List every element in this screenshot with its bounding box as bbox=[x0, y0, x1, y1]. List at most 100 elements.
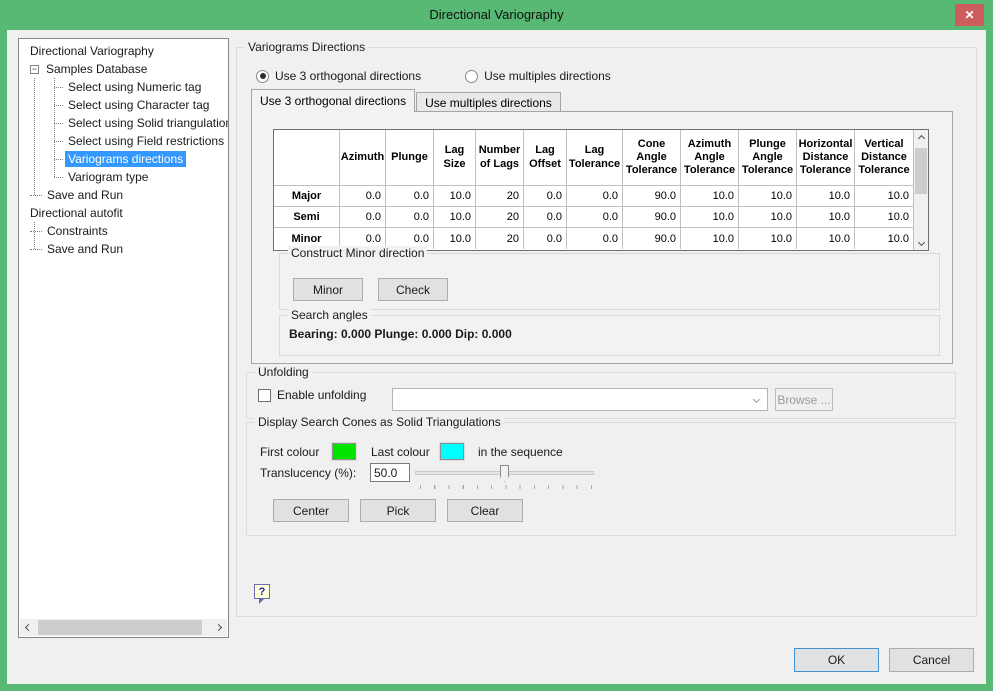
tab-use-3-orthogonal[interactable]: Use 3 orthogonal directions bbox=[251, 89, 415, 112]
table-cell[interactable]: 10.0 bbox=[855, 228, 913, 249]
tree-item-directional-autofit[interactable]: Directional autofit bbox=[19, 204, 228, 222]
slider-ticks bbox=[420, 485, 592, 489]
table-cell[interactable]: 10.0 bbox=[434, 186, 476, 207]
table-cell[interactable]: 0.0 bbox=[340, 186, 386, 207]
table-cell[interactable]: 10.0 bbox=[681, 186, 739, 207]
table-cell[interactable]: 10.0 bbox=[739, 228, 797, 249]
table-cell[interactable]: 20 bbox=[476, 228, 524, 249]
close-icon: ✕ bbox=[964, 9, 974, 21]
tree-item-label: Directional Variography bbox=[27, 43, 157, 59]
table-cell[interactable]: 0.0 bbox=[524, 207, 567, 228]
tree-item-save-and-run[interactable]: Save and Run bbox=[19, 186, 228, 204]
table-cell[interactable]: 20 bbox=[476, 207, 524, 228]
scroll-down-button[interactable] bbox=[914, 234, 928, 250]
clear-button[interactable]: Clear bbox=[447, 499, 523, 522]
table-cell[interactable]: 90.0 bbox=[623, 228, 681, 249]
direction-mode-radios: Use 3 orthogonal directions Use multiple… bbox=[256, 69, 611, 83]
translucency-slider[interactable] bbox=[415, 463, 594, 483]
titlebar[interactable]: Directional Variography ✕ bbox=[0, 0, 993, 30]
radio-use-3-orthogonal[interactable]: Use 3 orthogonal directions bbox=[256, 69, 421, 83]
table-header-row: AzimuthPlungeLag SizeNumber of LagsLag O… bbox=[274, 130, 913, 186]
scroll-up-button[interactable] bbox=[914, 130, 928, 146]
table-cell[interactable]: 0.0 bbox=[386, 207, 434, 228]
chevron-down-icon bbox=[753, 396, 760, 403]
cancel-button[interactable]: Cancel bbox=[889, 648, 974, 672]
center-button[interactable]: Center bbox=[273, 499, 349, 522]
tree-item-label: Select using Field restrictions bbox=[65, 133, 227, 149]
table-cell[interactable]: 10.0 bbox=[434, 228, 476, 249]
tree-item-label: Save and Run bbox=[44, 187, 126, 203]
first-colour-swatch[interactable] bbox=[332, 443, 356, 460]
tree-item-label: Constraints bbox=[44, 223, 111, 239]
construct-minor-group: Construct Minor direction Minor Check bbox=[279, 253, 940, 310]
scrollbar-thumb[interactable] bbox=[915, 148, 927, 194]
table-cell[interactable]: 0.0 bbox=[567, 186, 623, 207]
table-cell[interactable]: 10.0 bbox=[797, 186, 855, 207]
pick-button[interactable]: Pick bbox=[360, 499, 436, 522]
collapse-minus-icon[interactable]: − bbox=[30, 65, 39, 74]
tree-item-samples-database[interactable]: −Samples Database bbox=[19, 60, 228, 78]
table-cell[interactable]: 10.0 bbox=[739, 186, 797, 207]
tree-item-save-and-run[interactable]: Save and Run bbox=[19, 240, 228, 258]
directions-table: AzimuthPlungeLag SizeNumber of LagsLag O… bbox=[273, 129, 929, 251]
tree-item-variograms-directions[interactable]: Variograms directions bbox=[19, 150, 228, 168]
close-button[interactable]: ✕ bbox=[955, 4, 984, 26]
table-cell[interactable]: 0.0 bbox=[386, 186, 434, 207]
table-cell[interactable]: 0.0 bbox=[524, 228, 567, 249]
help-bubble-tail bbox=[259, 599, 264, 604]
column-header: Vertical Distance Tolerance bbox=[855, 130, 913, 186]
help-question-icon: ? bbox=[254, 584, 270, 599]
tree-item-label: Select using Numeric tag bbox=[65, 79, 204, 95]
tree-item-select-using-numeric-tag[interactable]: Select using Numeric tag bbox=[19, 78, 228, 96]
tree-item-label: Samples Database bbox=[43, 61, 150, 77]
tab-label: Use 3 orthogonal directions bbox=[260, 94, 406, 108]
checkbox-icon bbox=[258, 389, 271, 402]
translucency-input[interactable] bbox=[370, 463, 410, 482]
table-cell[interactable]: 10.0 bbox=[681, 228, 739, 249]
radio-use-multiples[interactable]: Use multiples directions bbox=[465, 69, 611, 83]
unfolding-combobox[interactable] bbox=[392, 388, 768, 411]
tab-use-multiples[interactable]: Use multiples directions bbox=[416, 92, 561, 112]
table-cell[interactable]: 10.0 bbox=[434, 207, 476, 228]
table-cell[interactable]: 10.0 bbox=[797, 207, 855, 228]
dialog-body: Directional Variography−Samples Database… bbox=[7, 30, 986, 684]
table-cell[interactable]: 0.0 bbox=[524, 186, 567, 207]
check-button[interactable]: Check bbox=[378, 278, 448, 301]
scrollbar-thumb[interactable] bbox=[38, 620, 202, 635]
table-cell[interactable]: 10.0 bbox=[797, 228, 855, 249]
tree-horizontal-scrollbar[interactable] bbox=[20, 619, 227, 636]
table-cell[interactable]: 90.0 bbox=[623, 207, 681, 228]
scroll-left-button[interactable] bbox=[20, 619, 37, 636]
table-cell[interactable]: 0.0 bbox=[567, 207, 623, 228]
minor-button[interactable]: Minor bbox=[293, 278, 363, 301]
last-colour-swatch[interactable] bbox=[440, 443, 464, 460]
tree-branch-line bbox=[30, 249, 42, 250]
tree-item-label: Save and Run bbox=[44, 241, 126, 257]
tree-item-label: Variograms directions bbox=[65, 151, 186, 167]
table-vertical-scrollbar[interactable] bbox=[913, 130, 928, 250]
enable-unfolding-checkbox[interactable]: Enable unfolding bbox=[258, 388, 366, 402]
tree-item-select-using-solid-triangulation[interactable]: Select using Solid triangulation bbox=[19, 114, 228, 132]
table-cell[interactable]: 20 bbox=[476, 186, 524, 207]
tree-item-select-using-character-tag[interactable]: Select using Character tag bbox=[19, 96, 228, 114]
tree-branch-line bbox=[54, 159, 63, 160]
ok-button[interactable]: OK bbox=[794, 648, 879, 672]
table-cell[interactable]: 0.0 bbox=[567, 228, 623, 249]
browse-button[interactable]: Browse ... bbox=[775, 388, 833, 411]
slider-thumb[interactable] bbox=[500, 465, 509, 482]
group-title: Construct Minor direction bbox=[288, 246, 427, 260]
help-button[interactable]: ? bbox=[254, 584, 271, 604]
row-label: Major bbox=[274, 186, 340, 207]
table-cell[interactable]: 90.0 bbox=[623, 186, 681, 207]
tree-item-select-using-field-restrictions[interactable]: Select using Field restrictions bbox=[19, 132, 228, 150]
table-cell[interactable]: 0.0 bbox=[340, 207, 386, 228]
table-cell[interactable]: 10.0 bbox=[855, 186, 913, 207]
tree-item-variogram-type[interactable]: Variogram type bbox=[19, 168, 228, 186]
table-cell[interactable]: 10.0 bbox=[681, 207, 739, 228]
scroll-right-button[interactable] bbox=[210, 619, 227, 636]
table-cell[interactable]: 10.0 bbox=[855, 207, 913, 228]
tree-item-directional-variography[interactable]: Directional Variography bbox=[19, 42, 228, 60]
tree-branch-line bbox=[54, 105, 63, 106]
tree-item-constraints[interactable]: Constraints bbox=[19, 222, 228, 240]
table-cell[interactable]: 10.0 bbox=[739, 207, 797, 228]
